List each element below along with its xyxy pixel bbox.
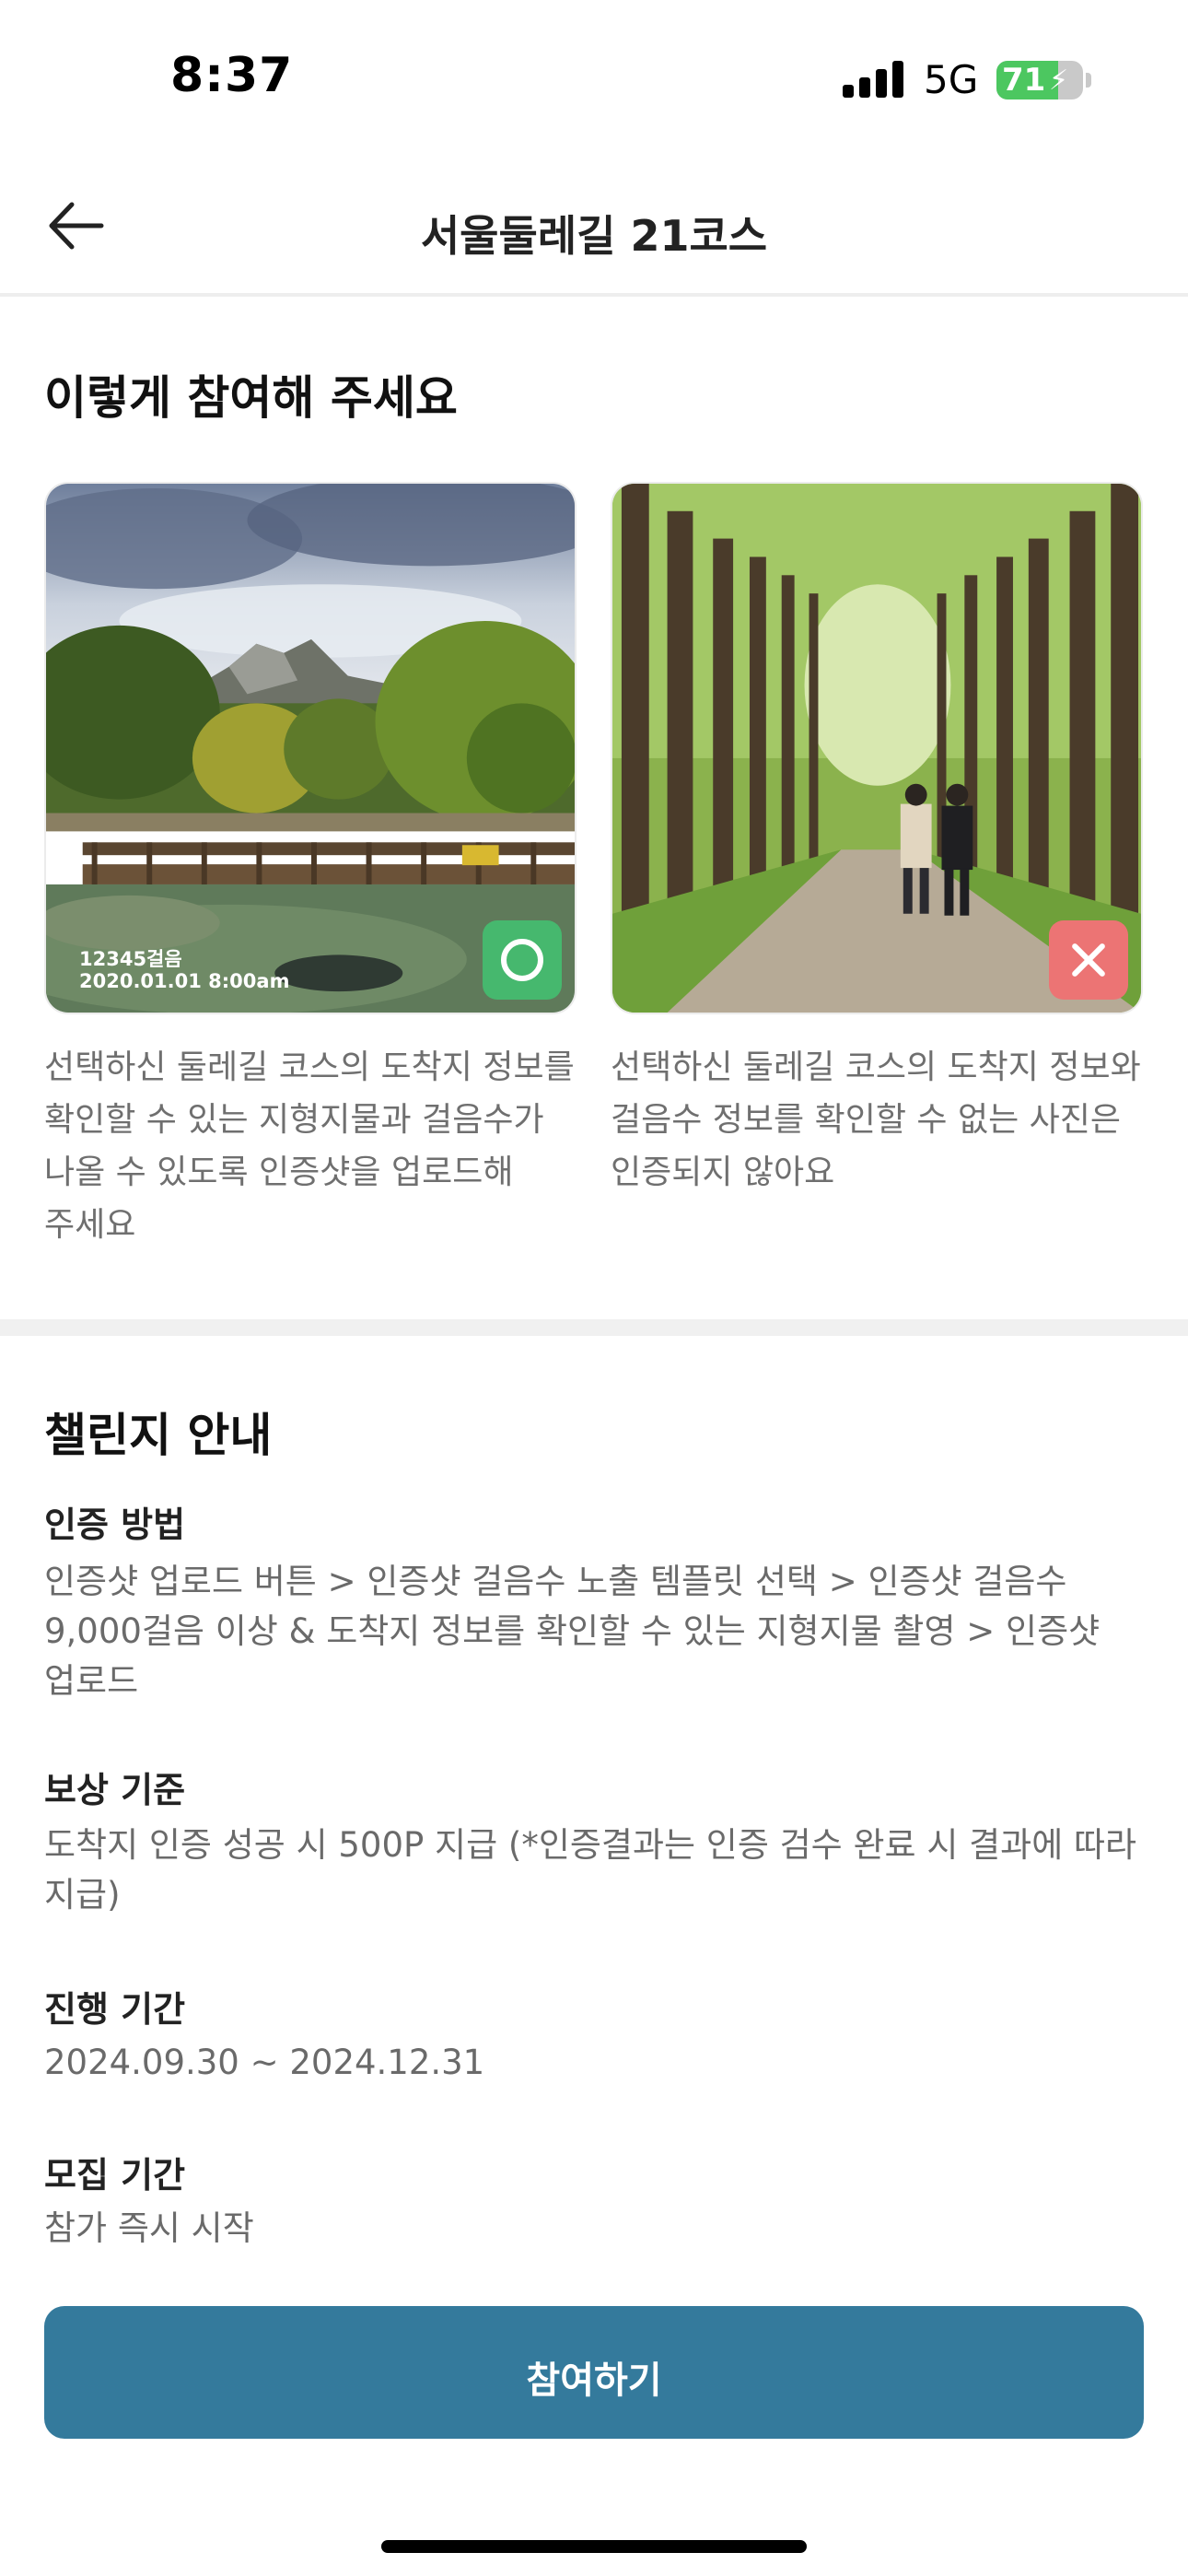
- navigation-bar: 서울둘레길 21코스: [0, 157, 1188, 297]
- participate-button[interactable]: 참여하기: [44, 2306, 1144, 2439]
- period-label: 진행 기간: [44, 1989, 186, 2030]
- status-bar: 8:37 5G 71 ⚡: [0, 0, 1188, 157]
- method-value: 인증샷 업로드 버튼 > 인증샷 걸음수 노출 템플릿 선택 > 인증샷 걸음수…: [44, 1562, 1101, 1701]
- page-title: 서울둘레길 21코스: [420, 211, 768, 261]
- bad-example-caption: 선택하신 둘레길 코스의 도착지 정보와 걸음수 정보를 확인할 수 없는 사진…: [611, 1048, 1141, 1191]
- how-to-title: 이렇게 참여해 주세요: [44, 371, 458, 425]
- challenge-info-title: 챌린지 안내: [44, 1409, 273, 1462]
- method-label: 인증 방법: [44, 1505, 186, 1545]
- period-value: 2024.09.30 ~ 2024.12.31: [44, 2043, 485, 2082]
- cellular-signal-icon: [843, 61, 903, 98]
- circle-ok-icon: [483, 920, 562, 1000]
- x-icon: [1049, 920, 1128, 1000]
- good-example-caption: 선택하신 둘레길 코스의 도착지 정보를 확인할 수 있는 지형지물과 걸음수가…: [44, 1048, 575, 1244]
- recruit-label: 모집 기간: [44, 2155, 186, 2195]
- good-example-card: 12345걸음 2020.01.01 8:00am: [44, 482, 577, 1014]
- recruit-value: 참가 즉시 시작: [44, 2208, 254, 2248]
- overlay-datetime: 2020.01.01 8:00am: [79, 970, 290, 992]
- charging-bolt-icon: ⚡: [1049, 64, 1069, 97]
- overlay-steps: 12345걸음: [79, 948, 182, 970]
- reward-value: 도착지 인증 성공 시 500P 지급 (*인증결과는 인증 검수 완료 시 결…: [44, 1825, 1137, 1914]
- battery-tip: [1086, 73, 1091, 88]
- participate-button-label: 참여하기: [526, 2360, 662, 2401]
- battery-level: 71: [1002, 62, 1046, 99]
- network-type: 5G: [924, 57, 979, 102]
- home-indicator: [381, 2540, 807, 2553]
- battery-icon: 71 ⚡: [996, 61, 1083, 100]
- bad-example-card: [611, 482, 1143, 1014]
- section-divider: [0, 1319, 1188, 1336]
- status-time: 8:37: [170, 48, 294, 103]
- reward-label: 보상 기준: [44, 1770, 186, 1810]
